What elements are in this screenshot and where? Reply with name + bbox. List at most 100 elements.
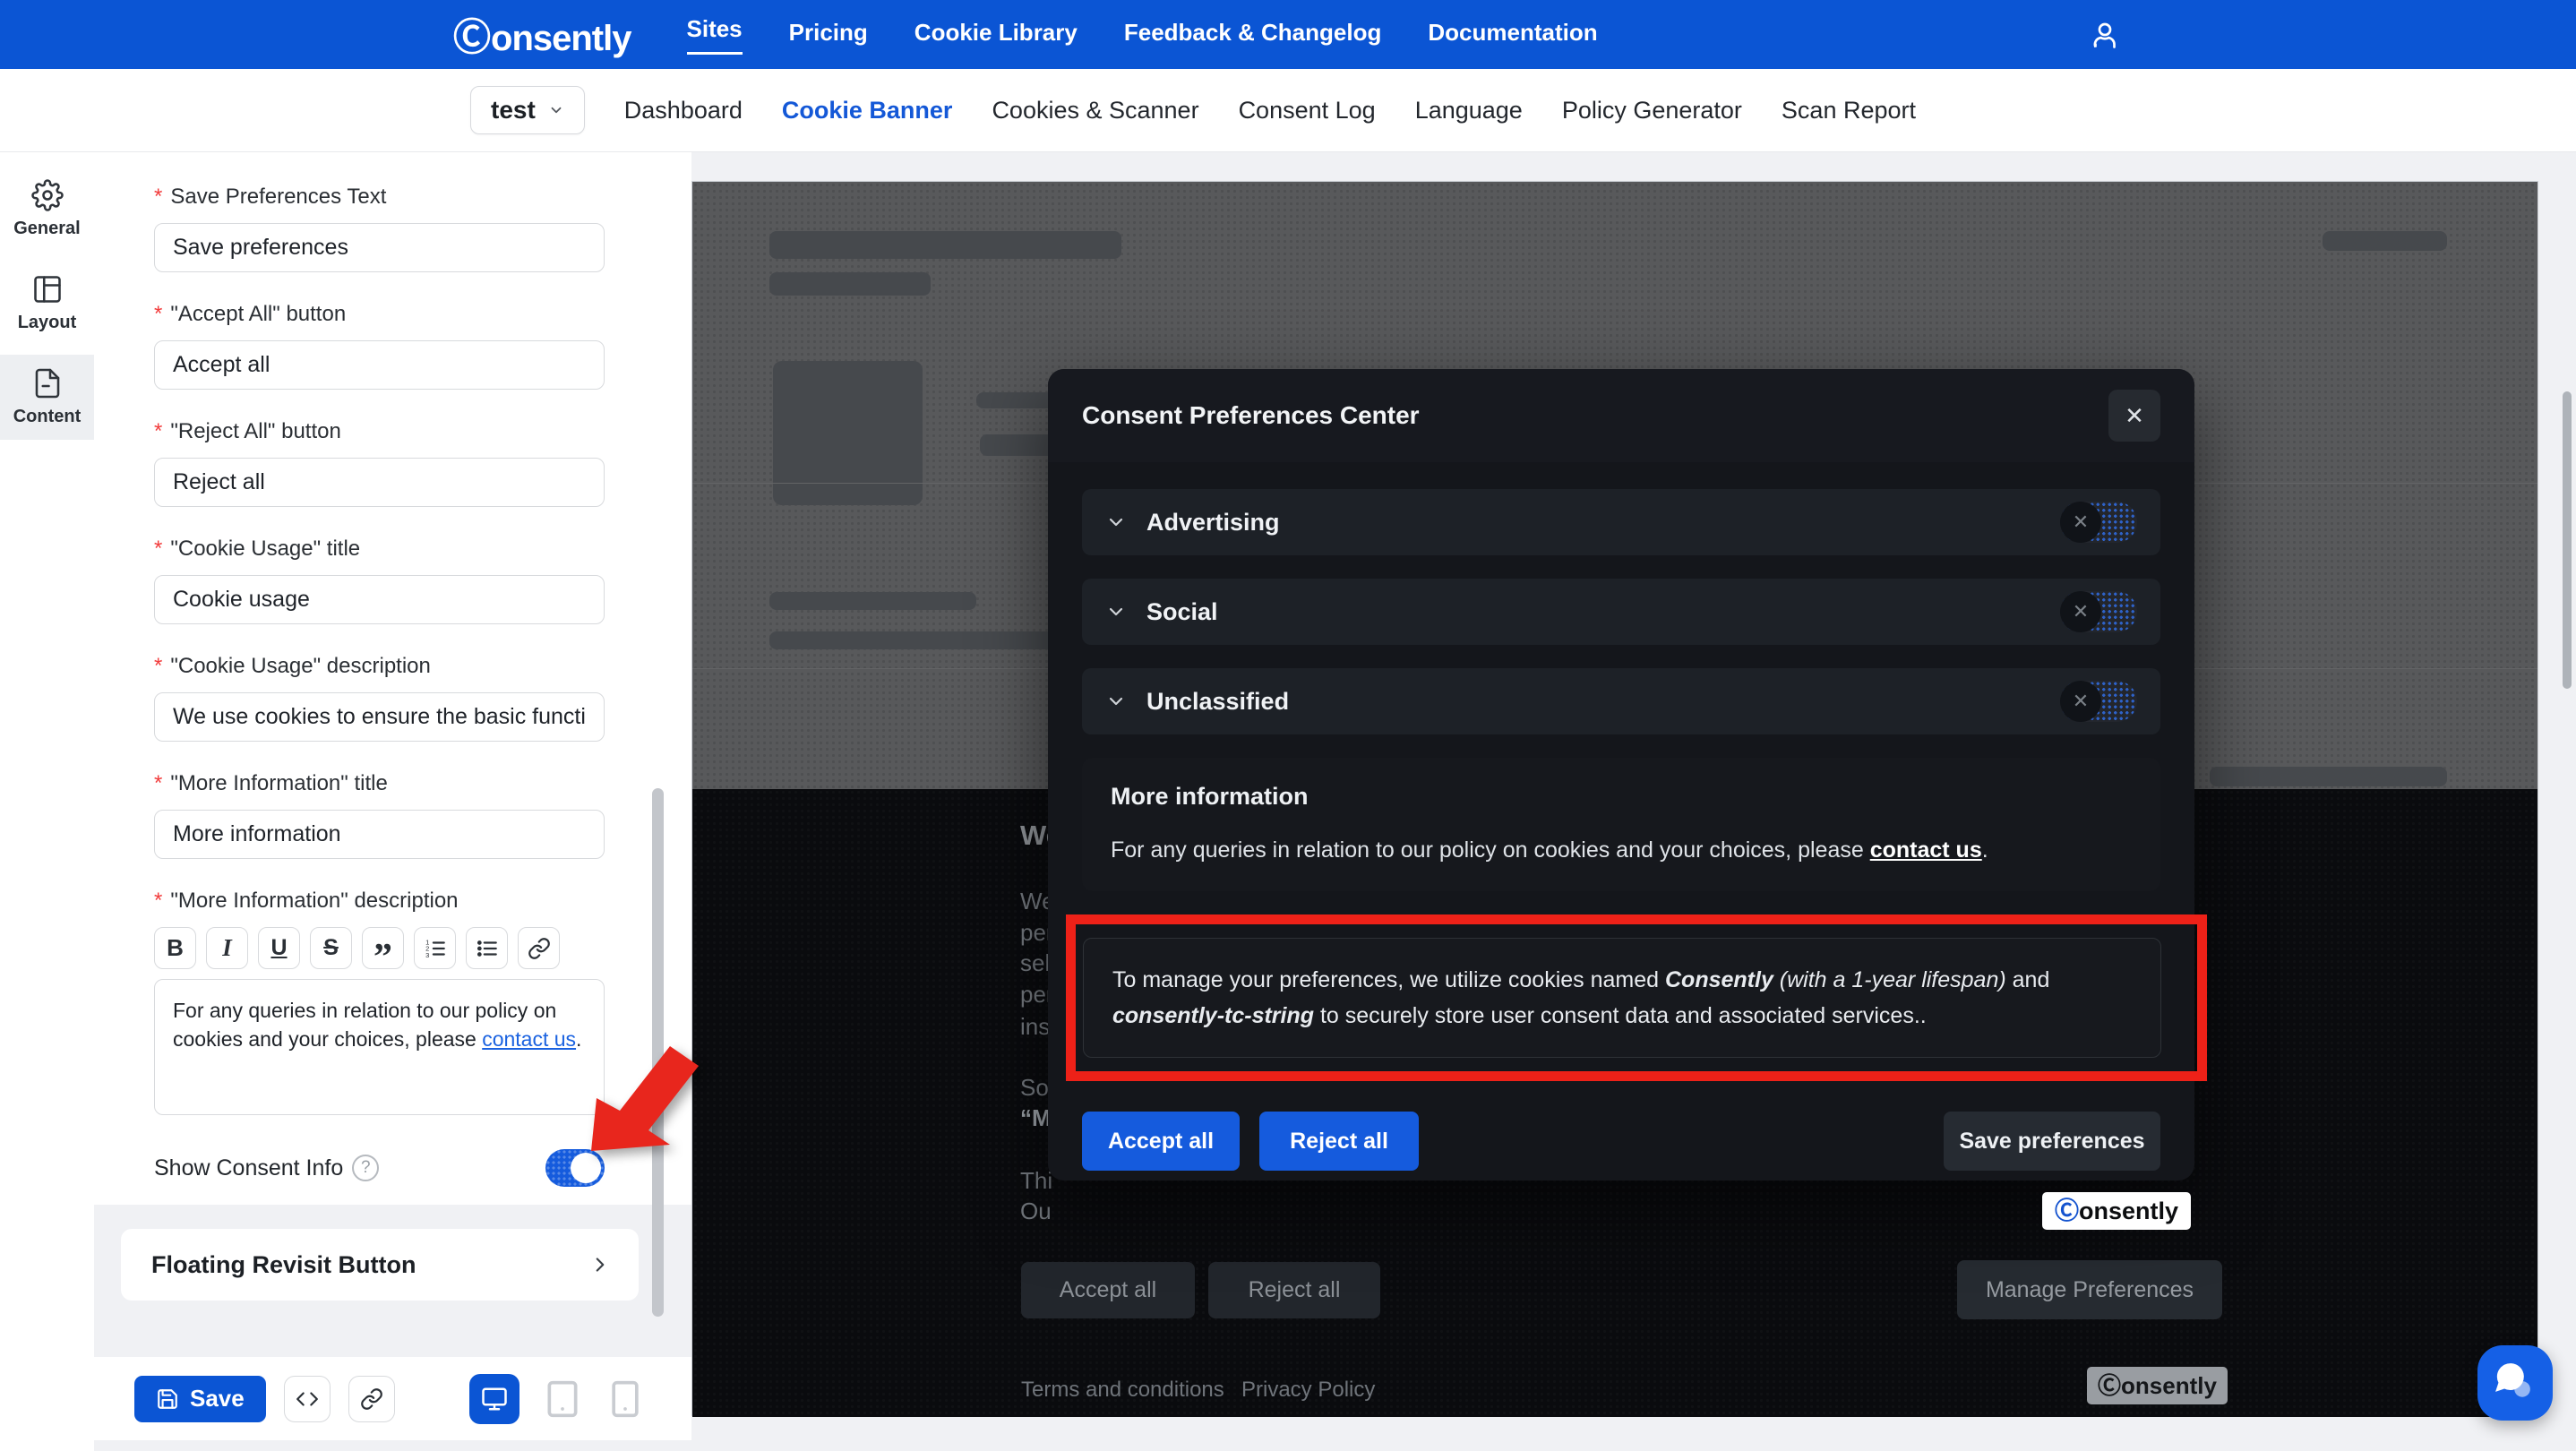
category-label: Advertising <box>1146 508 1280 536</box>
banner-text-fragment: “M <box>1020 1104 1052 1131</box>
blockquote-icon[interactable]: ” <box>362 927 404 976</box>
category-row-advertising[interactable]: Advertising ✕ <box>1082 489 2160 555</box>
consently-powered-badge[interactable]: Ⓒonsently <box>2042 1192 2192 1230</box>
field-label-cookie-usage-description: * "Cookie Usage" description <box>154 654 431 678</box>
copy-link-button[interactable] <box>348 1375 395 1422</box>
banner-text-fragment: Ou <box>1020 1198 1052 1224</box>
save-button[interactable]: Save <box>134 1375 266 1422</box>
toggle-x-icon: ✕ <box>2060 502 2101 543</box>
field-label-cookie-usage-title: * "Cookie Usage" title <box>154 537 361 561</box>
tab-cookie-banner[interactable]: Cookie Banner <box>782 97 953 124</box>
phone-preview-button[interactable] <box>605 1379 645 1419</box>
site-selector[interactable]: test <box>470 86 585 134</box>
banner-accept-all-button[interactable]: Accept all <box>1021 1262 1195 1318</box>
topnav-links: Sites Pricing Cookie Library Feedback & … <box>686 15 1598 55</box>
skeleton-bar <box>769 631 1076 649</box>
banner-text-fragment: ins <box>1020 1013 1051 1040</box>
banner-manage-preferences-button[interactable]: Manage Preferences <box>1957 1260 2222 1319</box>
tab-scan-report[interactable]: Scan Report <box>1782 97 1916 124</box>
italic-icon[interactable]: I <box>206 927 248 969</box>
nav-link-feedback-changelog[interactable]: Feedback & Changelog <box>1124 19 1382 50</box>
show-consent-info-label: Show Consent Info ? <box>154 1155 380 1181</box>
bold-icon[interactable]: B <box>154 927 196 969</box>
rail-item-general[interactable]: General <box>0 167 94 252</box>
tab-policy-generator[interactable]: Policy Generator <box>1562 97 1742 124</box>
advertising-toggle[interactable]: ✕ <box>2060 502 2137 543</box>
desktop-preview-button[interactable] <box>469 1373 519 1424</box>
banner-reject-all-button[interactable]: Reject all <box>1208 1262 1380 1318</box>
link-icon <box>360 1387 382 1410</box>
close-icon[interactable]: ✕ <box>2108 390 2160 442</box>
toggle-x-icon: ✕ <box>2060 681 2101 722</box>
tablet-preview-button[interactable] <box>543 1379 582 1419</box>
category-label: Social <box>1146 597 1218 625</box>
reject-all-input[interactable] <box>154 458 605 507</box>
tab-cookies-scanner[interactable]: Cookies & Scanner <box>992 97 1198 124</box>
layout-icon <box>33 276 61 303</box>
rail-label-content: Content <box>13 407 82 426</box>
brand-c-icon: Ⓒ <box>453 16 491 58</box>
category-row-social[interactable]: Social ✕ <box>1082 579 2160 645</box>
rail-item-content[interactable]: Content <box>0 355 94 440</box>
nav-link-pricing[interactable]: Pricing <box>789 19 868 50</box>
show-consent-info-toggle[interactable] <box>545 1149 605 1187</box>
more-information-title-input[interactable] <box>154 810 605 859</box>
terms-and-conditions-link[interactable]: Terms and conditions <box>1021 1378 1224 1403</box>
social-toggle[interactable]: ✕ <box>2060 591 2137 632</box>
banner-text-fragment: sel <box>1020 949 1051 976</box>
contact-us-link[interactable]: contact us <box>1870 837 1982 863</box>
richtext-toolbar: B I U S ” 123 <box>154 927 605 976</box>
category-row-unclassified[interactable]: Unclassified ✕ <box>1082 668 2160 734</box>
underline-icon[interactable]: U <box>258 927 300 969</box>
modal-scrollbar[interactable] <box>2563 391 2572 689</box>
modal-accept-all-button[interactable]: Accept all <box>1082 1112 1240 1171</box>
strikethrough-icon[interactable]: S <box>310 927 352 969</box>
brand-text: onsently <box>491 19 631 58</box>
badge-c-icon: Ⓒ <box>2098 1372 2122 1399</box>
site-sub-navbar: test Dashboard Cookie Banner Cookies & S… <box>0 69 2576 152</box>
save-preferences-text-input[interactable] <box>154 223 605 272</box>
user-icon[interactable] <box>2089 19 2121 51</box>
unclassified-toggle[interactable]: ✕ <box>2060 681 2137 722</box>
link-icon[interactable] <box>518 927 560 969</box>
modal-reject-all-button[interactable]: Reject all <box>1259 1112 1419 1171</box>
accept-all-input[interactable] <box>154 340 605 390</box>
embed-code-button[interactable] <box>283 1375 331 1422</box>
nav-link-sites[interactable]: Sites <box>686 15 743 55</box>
gear-icon <box>30 179 64 211</box>
floppy-icon <box>158 1388 177 1409</box>
panel-scrollbar[interactable] <box>652 788 664 1317</box>
consently-logo[interactable]: Ⓒonsently <box>453 7 632 62</box>
privacy-policy-link[interactable]: Privacy Policy <box>1241 1378 1375 1403</box>
chevron-down-icon <box>1109 697 1123 706</box>
chat-widget-button[interactable] <box>2477 1345 2553 1421</box>
skeleton-bar <box>769 231 1121 259</box>
ordered-list-icon[interactable]: 123 <box>414 927 456 969</box>
contact-us-link[interactable]: contact us <box>482 1027 576 1051</box>
device-preview-switcher <box>469 1373 645 1424</box>
more-information-description-editor[interactable]: For any queries in relation to our polic… <box>154 979 605 1115</box>
nav-link-documentation[interactable]: Documentation <box>1428 19 1597 50</box>
field-label-save-preferences-text: * Save Preferences Text <box>154 185 387 209</box>
help-icon[interactable]: ? <box>352 1155 380 1181</box>
toggle-x-icon: ✕ <box>2060 591 2101 632</box>
top-navbar: Ⓒonsently Sites Pricing Cookie Library F… <box>0 0 2576 69</box>
rail-item-layout[interactable]: Layout <box>0 261 94 346</box>
chat-bubble-icon <box>2495 1363 2530 1397</box>
modal-body: Advertising ✕ Social ✕ Unclassified ✕ Mo… <box>1048 462 2207 1171</box>
banner-text-fragment: Thi <box>1020 1167 1053 1194</box>
tab-dashboard[interactable]: Dashboard <box>624 97 743 124</box>
nav-link-cookie-library[interactable]: Cookie Library <box>914 19 1078 50</box>
tablet-icon <box>547 1380 578 1417</box>
bullet-list-icon[interactable] <box>466 927 508 969</box>
floating-revisit-button-section[interactable]: Floating Revisit Button <box>121 1229 639 1301</box>
consent-preferences-modal: Consent Preferences Center ✕ Advertising… <box>1048 369 2207 1181</box>
cookie-usage-description-input[interactable] <box>154 692 605 742</box>
consently-badge-dimmed[interactable]: Ⓒonsently <box>2087 1367 2228 1404</box>
modal-save-preferences-button[interactable]: Save preferences <box>1944 1112 2160 1171</box>
tab-consent-log[interactable]: Consent Log <box>1239 97 1376 124</box>
cookie-usage-title-input[interactable] <box>154 575 605 624</box>
tab-language[interactable]: Language <box>1415 97 1523 124</box>
monitor-icon <box>482 1387 507 1410</box>
chevron-right-icon <box>596 1258 605 1272</box>
